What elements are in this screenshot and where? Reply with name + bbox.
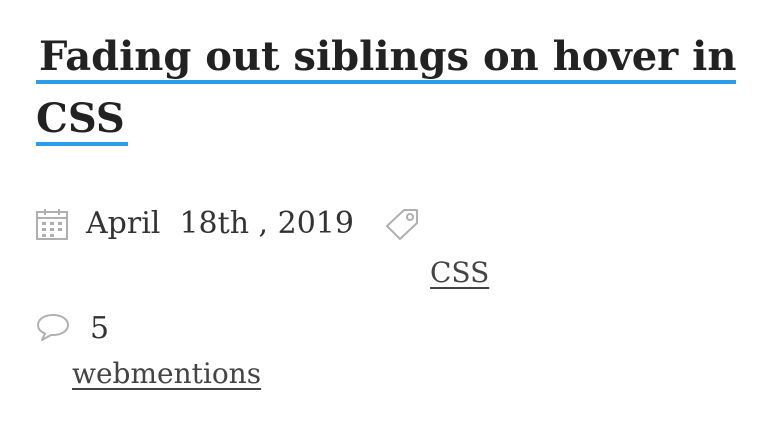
post-date: April 18th , 2019 — [86, 206, 354, 241]
webmentions-link[interactable]: webmentions — [72, 357, 261, 391]
tag-icon — [386, 209, 418, 240]
speech-bubble-icon — [37, 314, 69, 341]
webmention-count: 5 — [90, 311, 110, 346]
post-title: Fading out siblings on hover in CSS — [36, 26, 756, 150]
calendar-icon — [36, 209, 68, 240]
tag-link-css[interactable]: CSS — [430, 256, 489, 290]
post-title-link[interactable]: Fading out siblings on hover in CSS — [36, 33, 737, 146]
